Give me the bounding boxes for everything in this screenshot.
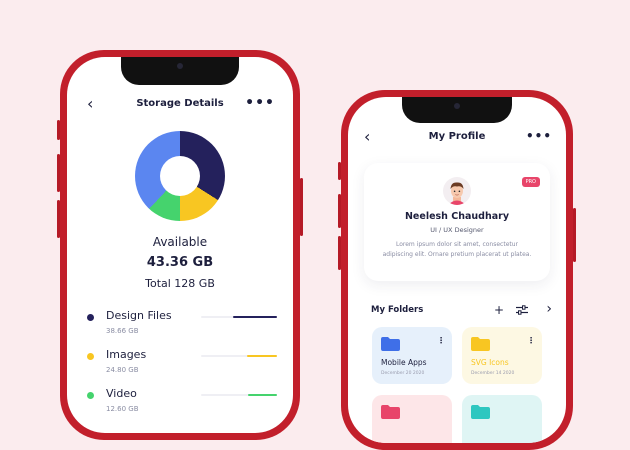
- file-row-images[interactable]: Images 24.80 GB: [87, 347, 277, 386]
- file-category-list: Design Files 38.66 GB Images 24.80 GB Vi…: [87, 308, 277, 425]
- folder-icon: [381, 405, 400, 419]
- pro-badge: PRO: [521, 177, 540, 187]
- phone-notch: [121, 57, 239, 85]
- bullet-dot: [87, 314, 94, 321]
- storage-donut-chart: [135, 131, 225, 221]
- avatar[interactable]: [443, 177, 471, 205]
- folder-more-icon[interactable]: ⋮: [527, 336, 535, 345]
- file-row-video[interactable]: Video 12.60 GB: [87, 386, 277, 425]
- folder-card-partial[interactable]: [462, 395, 542, 443]
- folders-header: My Folders + ›: [371, 301, 554, 319]
- profile-card: PRO Neelesh Chaudhary UI / UX Designer L…: [364, 163, 550, 281]
- profile-header: ‹ My Profile •••: [348, 127, 566, 146]
- category-name: Video: [106, 387, 137, 400]
- filter-sliders-icon[interactable]: [516, 305, 528, 318]
- folder-date: December 14 2020: [471, 371, 515, 376]
- usage-bar-fill: [248, 394, 277, 396]
- bullet-dot: [87, 392, 94, 399]
- folder-icon: [471, 405, 490, 419]
- category-name: Design Files: [106, 309, 172, 322]
- category-size: 38.66 GB: [106, 327, 139, 335]
- chevron-right-icon[interactable]: ›: [546, 301, 552, 317]
- donut-hole: [160, 156, 200, 196]
- profile-role: UI / UX Designer: [430, 226, 484, 234]
- power-button: [573, 208, 576, 262]
- camera: [177, 63, 183, 69]
- folder-date: December 20 2020: [381, 371, 425, 376]
- avatar-illustration-icon: [448, 182, 466, 205]
- folders-title: My Folders: [371, 305, 424, 315]
- folder-card-mobile-apps[interactable]: ⋮ Mobile Apps December 20 2020: [372, 327, 452, 384]
- volume-up-button: [57, 154, 60, 192]
- back-arrow-icon[interactable]: ‹: [364, 127, 370, 146]
- profile-screen: ‹ My Profile ••• PRO Neelesh Chaudhary U…: [348, 97, 566, 443]
- camera: [454, 103, 460, 109]
- profile-bio: Lorem ipsum dolor sit amet, consectetur …: [382, 241, 532, 258]
- folder-icon: [471, 337, 490, 351]
- more-options-icon[interactable]: •••: [245, 95, 275, 111]
- volume-down-button: [338, 236, 341, 270]
- folder-card-partial[interactable]: [372, 395, 452, 443]
- folder-icon: [381, 337, 400, 351]
- folder-name: Mobile Apps: [381, 358, 427, 367]
- category-size: 12.60 GB: [106, 405, 139, 413]
- total-storage: Total 128 GB: [145, 277, 215, 290]
- mute-switch: [338, 162, 341, 180]
- more-options-icon[interactable]: •••: [526, 129, 552, 143]
- folder-name: SVG Icons: [471, 358, 509, 367]
- volume-down-button: [57, 200, 60, 238]
- power-button: [300, 178, 303, 236]
- profile-name: Neelesh Chaudhary: [404, 211, 510, 222]
- storage-screen: ‹ Storage Details ••• Available 43.36 GB…: [67, 57, 293, 433]
- category-name: Images: [106, 348, 147, 361]
- volume-up-button: [338, 194, 341, 228]
- usage-bar: [201, 355, 277, 357]
- usage-bar-fill: [246, 355, 277, 357]
- usage-bar: [201, 316, 277, 318]
- mute-switch: [57, 120, 60, 140]
- usage-bar-fill: [232, 316, 277, 318]
- back-arrow-icon[interactable]: ‹: [87, 94, 93, 113]
- storage-header: ‹ Storage Details •••: [67, 94, 293, 113]
- available-value: 43.36 GB: [146, 255, 214, 270]
- available-label: Available: [152, 235, 208, 249]
- folder-card-svg-icons[interactable]: ⋮ SVG Icons December 14 2020: [462, 327, 542, 384]
- add-folder-icon[interactable]: +: [494, 303, 504, 317]
- category-size: 24.80 GB: [106, 366, 139, 374]
- bullet-dot: [87, 353, 94, 360]
- profile-phone: ‹ My Profile ••• PRO Neelesh Chaudhary U…: [338, 90, 576, 450]
- usage-bar: [201, 394, 277, 396]
- file-row-design-files[interactable]: Design Files 38.66 GB: [87, 308, 277, 347]
- phone-notch: [402, 97, 512, 123]
- storage-phone: ‹ Storage Details ••• Available 43.36 GB…: [57, 50, 303, 440]
- folder-more-icon[interactable]: ⋮: [437, 336, 445, 345]
